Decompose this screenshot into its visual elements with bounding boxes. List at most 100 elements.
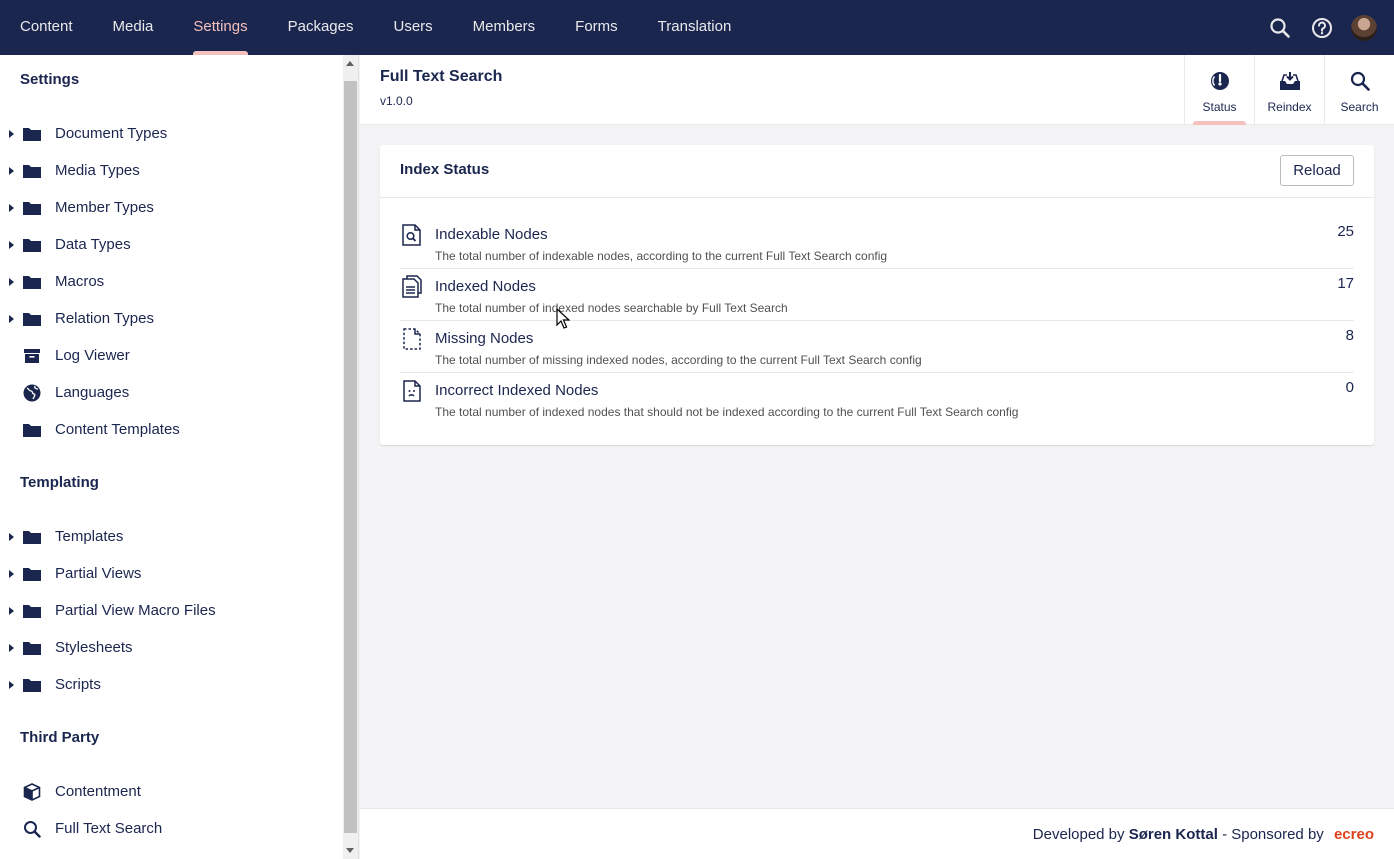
scroll-thumb[interactable] <box>344 81 357 833</box>
sidebar-item-label: Macros <box>55 273 105 290</box>
folder-icon <box>22 272 42 292</box>
sidebar-item-macros[interactable]: Macros <box>0 263 343 300</box>
sidebar-item-label: Data Types <box>55 236 131 253</box>
section-title-settings: Settings <box>20 71 80 88</box>
sidebar-item-log-viewer[interactable]: Log Viewer <box>0 337 343 374</box>
sidebar-item-label: Contentment <box>55 783 141 800</box>
sidebar-item-templates[interactable]: Templates <box>0 518 343 555</box>
footer: Developed by Søren Kottal - Sponsored by… <box>360 808 1394 859</box>
status-icon <box>1210 71 1230 96</box>
document-sad-icon <box>400 379 424 403</box>
caret-right-icon[interactable] <box>9 314 14 323</box>
stat-value: 25 <box>1337 223 1354 240</box>
sidebar-item-partial-views[interactable]: Partial Views <box>0 555 343 592</box>
sidebar-item-label: Scripts <box>55 676 101 693</box>
caret-right-icon[interactable] <box>9 203 14 212</box>
sidebar-item-media-types[interactable]: Media Types <box>0 152 343 189</box>
caret-right-icon[interactable] <box>9 277 14 286</box>
caret-right-icon[interactable] <box>9 606 14 615</box>
stat-value: 0 <box>1345 379 1354 396</box>
sidebar-item-member-types[interactable]: Member Types <box>0 189 343 226</box>
caret-right-icon[interactable] <box>9 680 14 689</box>
section-title-templating: Templating <box>20 474 99 491</box>
sidebar-item-relation-types[interactable]: Relation Types <box>0 300 343 337</box>
nav-members[interactable]: Members <box>453 0 556 55</box>
folder-icon <box>22 309 42 329</box>
tab-label: Status <box>1202 100 1237 114</box>
top-navigation: Content Media Settings Packages Users Me… <box>0 0 1394 55</box>
sidebar-item-label: Media Types <box>55 162 140 179</box>
sidebar-item-label: Partial View Macro Files <box>55 602 216 619</box>
topbar-actions <box>1266 0 1378 55</box>
caret-right-icon[interactable] <box>9 240 14 249</box>
folder-icon <box>22 124 42 144</box>
archive-icon <box>22 346 42 366</box>
sidebar-item-label: Document Types <box>55 125 168 142</box>
sidebar-item-content-templates[interactable]: Content Templates <box>0 411 343 448</box>
avatar <box>1351 14 1377 41</box>
nav-media[interactable]: Media <box>93 0 174 55</box>
sidebar-item-stylesheets[interactable]: Stylesheets <box>0 629 343 666</box>
sidebar-item-label: Full Text Search <box>55 820 163 837</box>
scroll-up-icon[interactable] <box>346 61 354 66</box>
stat-row-indexed: Indexed Nodes The total number of indexe… <box>400 269 1354 321</box>
stat-name: Indexable Nodes <box>435 226 548 243</box>
nav-packages[interactable]: Packages <box>268 0 374 55</box>
tab-status[interactable]: Status <box>1184 55 1254 125</box>
sidebar: Settings Document Types Media Types Memb… <box>0 55 343 859</box>
documents-icon <box>400 275 424 299</box>
search-icon <box>1350 71 1370 96</box>
stat-value: 17 <box>1337 275 1354 292</box>
footer-author[interactable]: Søren Kottal <box>1129 826 1218 843</box>
reload-button[interactable]: Reload <box>1280 155 1354 186</box>
tab-label: Search <box>1340 100 1379 114</box>
sidebar-item-contentment[interactable]: Contentment <box>0 773 343 810</box>
stat-row-indexable: Indexable Nodes The total number of inde… <box>400 217 1354 269</box>
sidebar-item-languages[interactable]: Languages <box>0 374 343 411</box>
document-search-icon <box>400 223 424 247</box>
tab-reindex[interactable]: Reindex <box>1254 55 1324 124</box>
section-title-third-party: Third Party <box>20 729 100 746</box>
caret-right-icon[interactable] <box>9 166 14 175</box>
user-avatar[interactable] <box>1350 14 1378 42</box>
scroll-down-icon[interactable] <box>346 848 354 853</box>
stat-description: The total number of indexed nodes that s… <box>435 405 1019 419</box>
nav-forms[interactable]: Forms <box>555 0 638 55</box>
sidebar-item-label: Partial Views <box>55 565 142 582</box>
caret-right-icon[interactable] <box>9 643 14 652</box>
nav-users[interactable]: Users <box>373 0 452 55</box>
sidebar-item-document-types[interactable]: Document Types <box>0 115 343 152</box>
caret-right-icon[interactable] <box>9 129 14 138</box>
editor-header: Full Text Search v1.0.0 Status Reindex S… <box>360 55 1394 125</box>
help-icon[interactable] <box>1308 14 1336 42</box>
section-nav: Content Media Settings Packages Users Me… <box>0 0 751 55</box>
search-icon[interactable] <box>1266 14 1294 42</box>
reindex-icon <box>1279 71 1301 96</box>
sidebar-scrollbar[interactable] <box>343 55 359 859</box>
stat-row-missing: Missing Nodes The total number of missin… <box>400 321 1354 373</box>
caret-right-icon[interactable] <box>9 532 14 541</box>
folder-icon <box>22 161 42 181</box>
sidebar-item-data-types[interactable]: Data Types <box>0 226 343 263</box>
sidebar-item-full-text-search[interactable]: Full Text Search <box>0 810 343 847</box>
nav-content[interactable]: Content <box>0 0 93 55</box>
app-tabs: Status Reindex Search <box>1184 55 1394 125</box>
sidebar-item-label: Content Templates <box>55 421 180 438</box>
folder-icon <box>22 527 42 547</box>
caret-right-icon[interactable] <box>9 569 14 578</box>
folder-icon <box>22 564 42 584</box>
folder-icon <box>22 235 42 255</box>
nav-translation[interactable]: Translation <box>638 0 752 55</box>
sidebar-item-label: Relation Types <box>55 310 154 327</box>
sidebar-item-scripts[interactable]: Scripts <box>0 666 343 703</box>
footer-middle: - Sponsored by <box>1222 826 1324 843</box>
search-icon <box>22 819 42 839</box>
sidebar-item-partial-view-macro-files[interactable]: Partial View Macro Files <box>0 592 343 629</box>
tab-search[interactable]: Search <box>1324 55 1394 124</box>
folder-icon <box>22 675 42 695</box>
stat-row-incorrect: Incorrect Indexed Nodes The total number… <box>400 373 1354 425</box>
tab-label: Reindex <box>1267 100 1312 114</box>
sponsor-logo[interactable]: ecreo <box>1334 826 1374 843</box>
nav-settings[interactable]: Settings <box>173 0 267 55</box>
stat-description: The total number of indexable nodes, acc… <box>435 249 888 263</box>
